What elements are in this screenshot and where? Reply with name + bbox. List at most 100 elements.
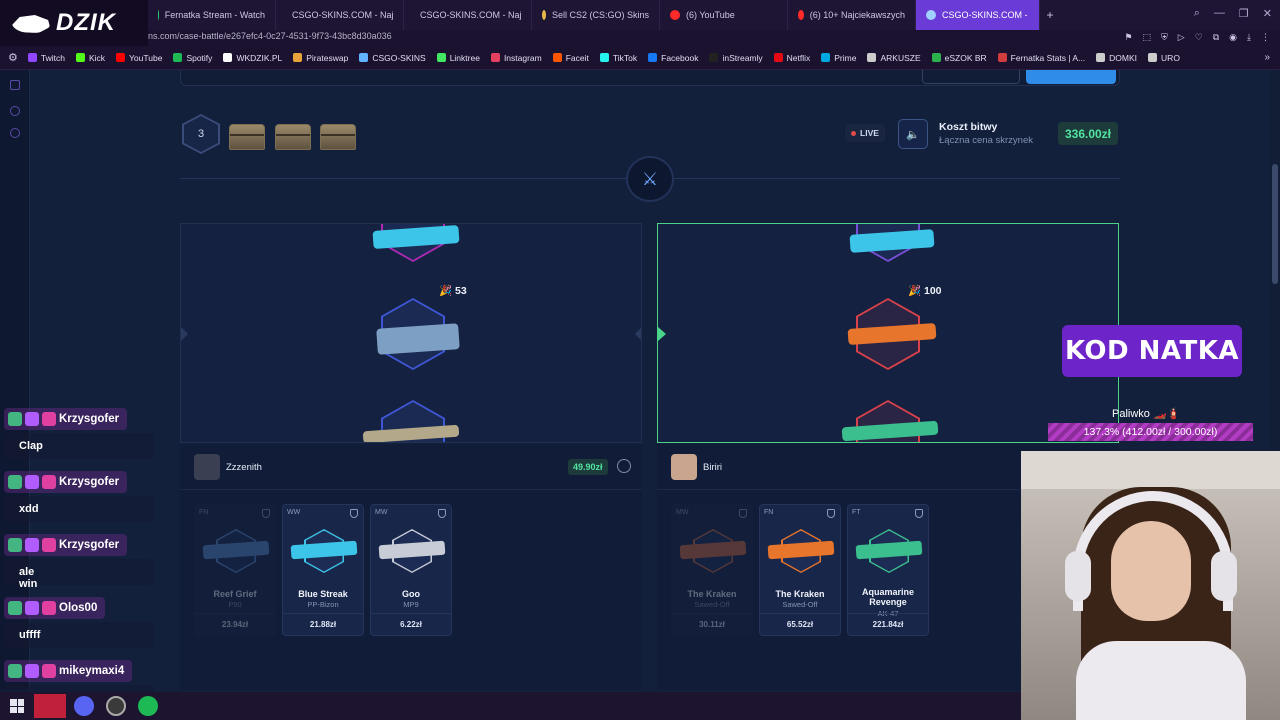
won-item-card[interactable]: WW Blue Streak PP-Bizon 21.88zł xyxy=(282,504,364,636)
item-price: 21.88zł xyxy=(283,613,363,635)
close-icon[interactable]: ✕ xyxy=(1263,7,1272,20)
minimize-icon[interactable]: — xyxy=(1214,7,1225,20)
bookmark-item[interactable]: Twitch xyxy=(27,52,65,63)
avatar[interactable] xyxy=(194,454,220,480)
bookmark-favicon-icon xyxy=(997,53,1007,62)
heart-icon[interactable]: ♡ xyxy=(1195,32,1203,43)
player-name[interactable]: Biriri xyxy=(703,462,722,473)
bookmark-list: Twitch Kick YouTube Spotify WKDZIK.PL Pirates… xyxy=(27,52,1191,63)
profile-icon[interactable]: ◉ xyxy=(1229,32,1237,43)
headset-cup xyxy=(1065,551,1091,601)
secondary-button[interactable] xyxy=(922,70,1020,84)
discord-icon[interactable] xyxy=(74,696,94,716)
browser-tab[interactable]: (6) 10+ Najciekawszych xyxy=(788,0,916,30)
spin-reel-left: 🎉 53 xyxy=(180,223,642,443)
play-icon[interactable]: ▷ xyxy=(1178,32,1185,43)
browser-tab[interactable]: CSGO-SKINS.COM - Naj xyxy=(276,0,404,30)
bookmark-favicon-icon xyxy=(27,53,37,62)
bookmark-favicon-icon xyxy=(1148,53,1158,62)
bookmark-label: Facebook xyxy=(661,52,699,63)
emoji-icon[interactable] xyxy=(617,459,631,473)
primary-button[interactable] xyxy=(1026,70,1116,84)
settings-icon[interactable]: ⚙ xyxy=(8,51,18,64)
maximize-icon[interactable]: ❐ xyxy=(1239,7,1249,20)
bookmark-item[interactable]: CSGO-SKINS xyxy=(359,53,426,63)
shield-icon[interactable]: ⛨ xyxy=(1161,32,1168,43)
bookmark-item[interactable]: WKDZIK.PL xyxy=(223,53,282,63)
taskbar-app[interactable] xyxy=(34,694,66,718)
extension-icons: ⚑ ⬚ ⛨ ▷ ♡ ⧉ ◉ ⤓ ⋮ xyxy=(1124,32,1270,43)
won-item-card[interactable]: FN Reef Grief P90 23.94zł xyxy=(194,504,276,636)
bookmark-item[interactable]: Pirateswap xyxy=(293,53,348,63)
bookmark-item[interactable]: DOMKI xyxy=(1096,53,1137,63)
browser-tab[interactable]: (6) YouTube xyxy=(660,0,788,30)
bookmark-item[interactable]: Facebook xyxy=(648,53,698,63)
bookmark-label: Instagram xyxy=(503,52,542,63)
item-condition: WW xyxy=(287,509,301,516)
screenshot-icon[interactable]: ⬚ xyxy=(1142,32,1151,43)
bookmark-item[interactable]: inStreamly xyxy=(709,53,763,63)
badge-icon xyxy=(8,664,22,678)
sound-toggle-button[interactable]: 🔈 xyxy=(898,119,928,149)
page-scrollbar[interactable] xyxy=(1270,70,1280,450)
bookmark-item[interactable]: URO xyxy=(1148,53,1180,63)
search-tabs-icon[interactable]: ⌕ xyxy=(1194,7,1200,20)
bookmark-item[interactable]: Fernatka Stats | A... xyxy=(997,53,1085,63)
browser-tab[interactable]: Sell CS2 (CS:GO) Skins xyxy=(532,0,660,30)
battle-cost-title: Koszt bitwy xyxy=(939,121,998,133)
won-item-card[interactable]: MW The Kraken Sawed-Off 30.11zł xyxy=(671,504,753,636)
obs-icon[interactable] xyxy=(106,696,126,716)
extension-icon[interactable]: ⧉ xyxy=(1213,32,1219,43)
won-item-card[interactable]: FT Aquamarine Revenge AK-47 221.84zł xyxy=(847,504,929,636)
settings-icon[interactable] xyxy=(10,128,20,138)
bookmark-item[interactable]: Faceit xyxy=(552,52,589,63)
background-shelf xyxy=(1021,451,1280,489)
bookmark-label: Twitch xyxy=(40,52,65,63)
bookmark-item[interactable]: Prime xyxy=(821,53,856,63)
bookmark-item[interactable]: Instagram xyxy=(490,52,542,63)
heart-badge-icon xyxy=(42,412,56,426)
shield-icon[interactable] xyxy=(915,509,923,518)
browser-tab[interactable]: Fernatka Stream - Watch xyxy=(148,0,276,30)
bookmark-label: Pirateswap xyxy=(306,52,349,63)
more-bookmarks-icon[interactable]: » xyxy=(1264,52,1270,63)
menu-icon[interactable]: ⋮ xyxy=(1261,32,1270,43)
taskbar xyxy=(0,692,1021,720)
heart-badge-icon xyxy=(42,538,56,552)
spotify-icon[interactable] xyxy=(138,696,158,716)
bookmark-item[interactable]: YouTube xyxy=(116,53,162,63)
bookmark-item[interactable]: ARKUSZE xyxy=(867,53,921,63)
bookmark-item[interactable]: eSZOK BR xyxy=(931,53,987,63)
scroll-thumb[interactable] xyxy=(1272,164,1278,284)
new-tab-button[interactable]: + xyxy=(1040,8,1060,22)
shield-icon[interactable] xyxy=(350,509,358,518)
windows-start-icon[interactable] xyxy=(10,699,24,713)
browser-tab-active[interactable]: CSGO-SKINS.COM - xyxy=(916,0,1040,30)
bookmark-item[interactable]: Spotify xyxy=(173,53,212,63)
won-item-card[interactable]: MW Goo MP9 6.22zł xyxy=(370,504,452,636)
chat-user-name: Olos00 xyxy=(59,602,98,614)
bookmark-item[interactable]: Netflix xyxy=(773,53,810,63)
shield-icon[interactable] xyxy=(827,509,835,518)
bookmark-item[interactable]: Linktree xyxy=(436,53,480,63)
won-item-card[interactable]: FN The Kraken Sawed-Off 65.52zł xyxy=(759,504,841,636)
avatar[interactable] xyxy=(671,454,697,480)
player-name[interactable]: Zzzenith xyxy=(226,462,262,473)
history-icon[interactable] xyxy=(10,106,20,116)
download-icon[interactable]: ⤓ xyxy=(1247,32,1251,43)
browser-tab[interactable]: CSGO-SKINS.COM - Naj xyxy=(404,0,532,30)
shield-icon[interactable] xyxy=(262,509,270,518)
bookmark-item[interactable]: TikTok xyxy=(599,53,637,63)
shield-icon[interactable] xyxy=(438,509,446,518)
address-bar[interactable]: ns.com/case-battle/e267efc4-0c27-4531-9f… xyxy=(0,30,1280,46)
crossed-swords-icon: ⚔ xyxy=(626,156,674,202)
rail-menu-icon[interactable] xyxy=(10,80,20,90)
bookmark-label: Faceit xyxy=(565,52,589,63)
shield-icon[interactable] xyxy=(739,509,747,518)
badge-icon xyxy=(25,475,39,489)
url-text[interactable]: ns.com/case-battle/e267efc4-0c27-4531-9f… xyxy=(148,31,392,41)
chat-username: mikeymaxi4 xyxy=(4,660,133,682)
weapon-image xyxy=(376,323,460,355)
bookmark-item[interactable]: Kick xyxy=(75,53,105,63)
bookmark-icon[interactable]: ⚑ xyxy=(1124,32,1132,43)
